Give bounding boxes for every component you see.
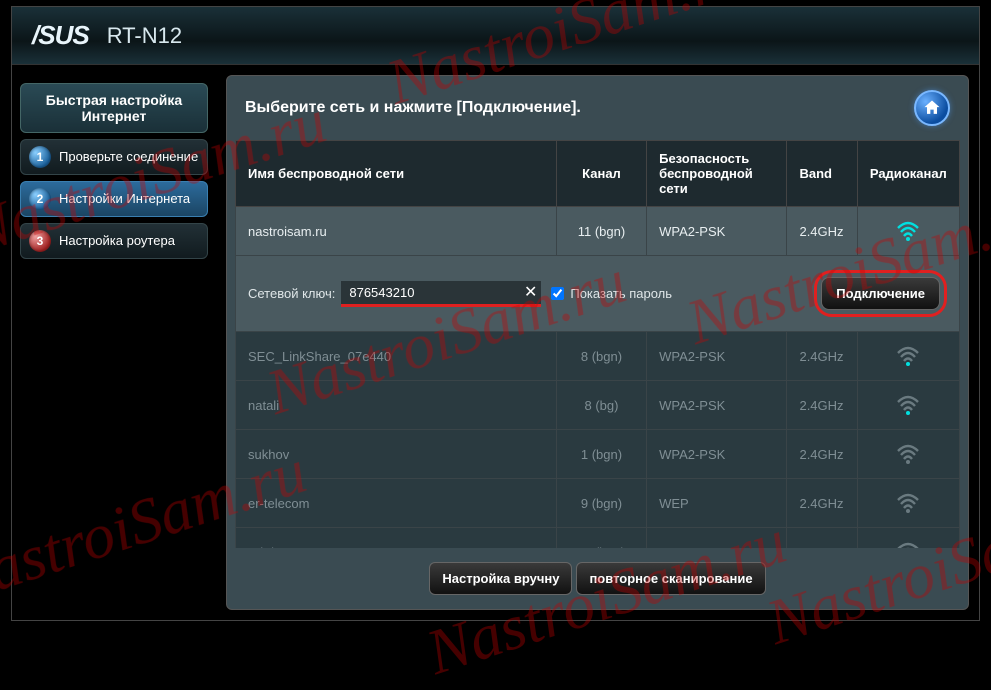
cell-name: sukhov	[236, 430, 557, 479]
col-header-band: Band	[787, 141, 857, 207]
cell-security: WEP	[647, 479, 787, 528]
step-label: Проверьте соединение	[59, 149, 198, 165]
cell-security: WPA2-PSK	[647, 528, 787, 549]
network-table-scroll[interactable]: Имя беспроводной сети Канал Безопасность…	[235, 140, 960, 548]
wifi-signal-icon	[857, 528, 959, 549]
col-header-channel: Канал	[556, 141, 646, 207]
wifi-signal-icon	[857, 479, 959, 528]
cell-channel: 11 (bgn)	[556, 207, 646, 256]
cell-band: 2.4GHz	[787, 207, 857, 256]
cell-channel: 8 (bgn)	[556, 332, 646, 381]
clear-input-icon[interactable]: ✕	[524, 282, 537, 302]
col-header-radio: Радиоканал	[857, 141, 959, 207]
sidebar-title: Быстрая настройка Интернет	[20, 83, 208, 133]
network-table: Имя беспроводной сети Канал Безопасность…	[235, 140, 960, 548]
cell-band: 2.4GHz	[787, 528, 857, 549]
home-button[interactable]	[914, 90, 950, 126]
step-number-icon: 1	[29, 146, 51, 168]
cell-channel: 1 (bgn)	[556, 430, 646, 479]
app-header: /SUS RT-N12	[12, 7, 979, 65]
page-title: Выберите сеть и нажмите [Подключение].	[245, 99, 581, 117]
model-name: RT-N12	[107, 23, 182, 49]
step-internet-settings[interactable]: 2 Настройки Интернета	[20, 181, 208, 217]
step-label: Настройка роутера	[59, 233, 175, 249]
table-row[interactable]: nastroisam.ru 11 (bgn) WPA2-PSK 2.4GHz	[236, 207, 960, 256]
main-panel: Выберите сеть и нажмите [Подключение]. И…	[226, 75, 969, 610]
rescan-button[interactable]: повторное сканирование	[576, 562, 765, 595]
col-header-security: Безопасность беспроводной сети	[647, 141, 787, 207]
table-row[interactable]: natali 8 (bg) WPA2-PSK 2.4GHz	[236, 381, 960, 430]
step-number-icon: 2	[29, 188, 51, 210]
wifi-signal-icon	[857, 430, 959, 479]
cell-security: WPA2-PSK	[647, 381, 787, 430]
manual-setup-button[interactable]: Настройка вручну	[429, 562, 572, 595]
cell-band: 2.4GHz	[787, 479, 857, 528]
col-header-name: Имя беспроводной сети	[236, 141, 557, 207]
show-password-label: Показать пароль	[570, 286, 672, 301]
cell-name: WiFi-DOM.ru-5044	[236, 528, 557, 549]
cell-channel: 8 (bg)	[556, 381, 646, 430]
cell-security: WPA2-PSK	[647, 207, 787, 256]
table-row[interactable]: sukhov 1 (bgn) WPA2-PSK 2.4GHz	[236, 430, 960, 479]
cell-channel: 9 (bgn)	[556, 479, 646, 528]
table-row[interactable]: WiFi-DOM.ru-5044 11 (bgn) WPA2-PSK 2.4GH…	[236, 528, 960, 549]
step-number-icon: 3	[29, 230, 51, 252]
cell-name: er-telecom	[236, 479, 557, 528]
brand-logo: /SUS	[32, 20, 89, 51]
connect-row: Сетевой ключ: ✕ Показать пароль Подключе…	[236, 256, 960, 332]
wifi-signal-icon	[857, 207, 959, 256]
cell-band: 2.4GHz	[787, 332, 857, 381]
cell-channel: 11 (bgn)	[556, 528, 646, 549]
cell-name: natali	[236, 381, 557, 430]
table-row[interactable]: er-telecom 9 (bgn) WEP 2.4GHz	[236, 479, 960, 528]
show-password-checkbox[interactable]	[551, 287, 564, 300]
cell-band: 2.4GHz	[787, 381, 857, 430]
cell-security: WPA2-PSK	[647, 430, 787, 479]
cell-band: 2.4GHz	[787, 430, 857, 479]
table-row[interactable]: SEC_LinkShare_07e440 8 (bgn) WPA2-PSK 2.…	[236, 332, 960, 381]
connect-button[interactable]: Подключение	[821, 277, 940, 310]
sidebar: Быстрая настройка Интернет 1 Проверьте с…	[12, 75, 212, 610]
footer-buttons: Настройка вручнуповторное сканирование	[227, 548, 968, 609]
cell-name: SEC_LinkShare_07e440	[236, 332, 557, 381]
cell-security: WPA2-PSK	[647, 332, 787, 381]
network-key-input[interactable]	[341, 281, 541, 304]
step-router-config[interactable]: 3 Настройка роутера	[20, 223, 208, 259]
connect-button-highlight: Подключение	[814, 270, 947, 317]
home-icon	[922, 98, 942, 118]
network-key-label: Сетевой ключ:	[248, 286, 335, 301]
step-check-connection[interactable]: 1 Проверьте соединение	[20, 139, 208, 175]
cell-name: nastroisam.ru	[236, 207, 557, 256]
wifi-signal-icon	[857, 332, 959, 381]
step-label: Настройки Интернета	[59, 191, 190, 207]
wifi-signal-icon	[857, 381, 959, 430]
